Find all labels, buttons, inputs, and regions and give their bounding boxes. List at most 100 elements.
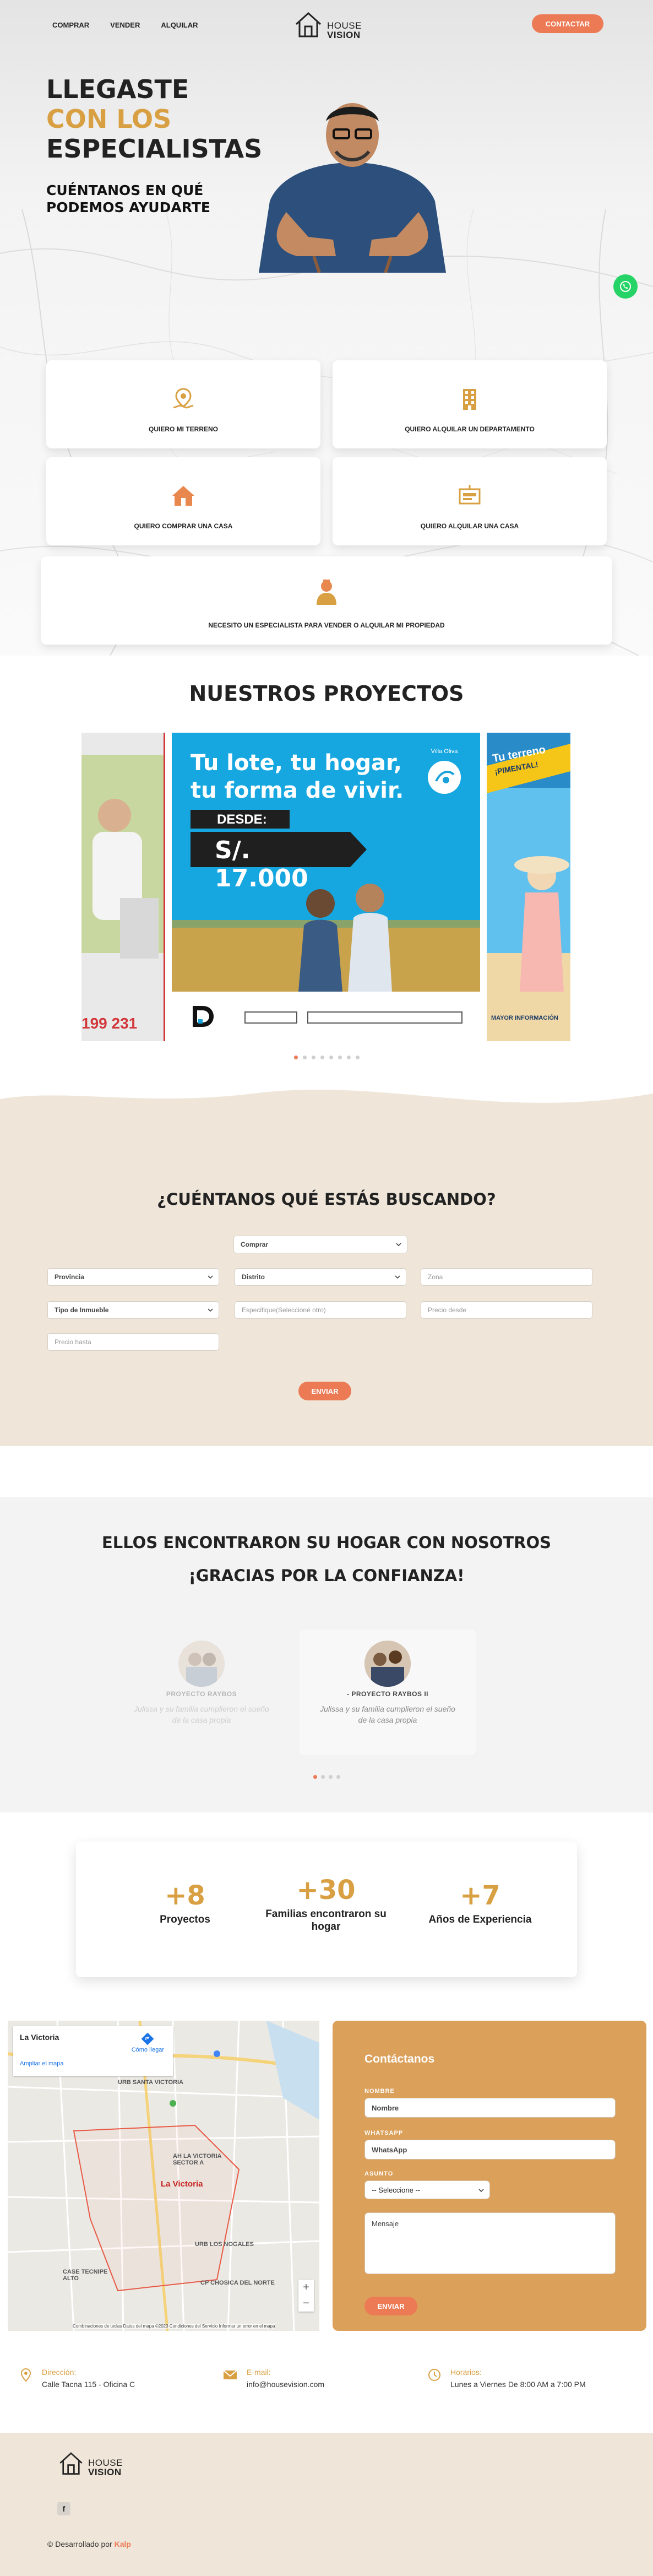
carousel-dot[interactable] xyxy=(329,1056,333,1059)
testimonial-name: - PROYECTO RAYBOS II xyxy=(346,1690,429,1698)
logo[interactable]: HOUSE VISION xyxy=(293,9,362,40)
footer-logo[interactable]: HOUSE VISION xyxy=(57,2449,123,2477)
distrito-value: Distrito xyxy=(242,1273,265,1281)
info-value: Calle Tacna 115 - Oficina C xyxy=(42,2380,135,2389)
project-headline-1: Tu lote, tu hogar, xyxy=(191,750,402,776)
option-comprar-casa[interactable]: QUIERO COMPRAR UNA CASA xyxy=(46,457,320,545)
distrito-select[interactable]: Distrito xyxy=(235,1268,406,1286)
testimonial-dot[interactable] xyxy=(313,1775,317,1779)
hero-line-2: CON LOS xyxy=(46,104,172,134)
chevron-down-icon xyxy=(395,1275,400,1279)
stat-label: Proyectos xyxy=(160,1914,210,1925)
zoom-in-button[interactable]: + xyxy=(298,2280,314,2296)
project-slide-left[interactable]: 199 231 xyxy=(81,733,165,1041)
credit-brand[interactable]: Kalp xyxy=(115,2540,131,2548)
chevron-down-icon xyxy=(208,1275,213,1279)
project-right-footer: MAYOR INFORMACIÓN xyxy=(491,1015,558,1021)
zona-input[interactable]: Zona xyxy=(421,1268,592,1286)
precio-desde-input[interactable]: Precio desde xyxy=(421,1301,592,1319)
testimonial-dot[interactable] xyxy=(328,1775,333,1779)
testimonial-name: PROYECTO RAYBOS xyxy=(166,1690,237,1698)
project-left-number: 199 231 xyxy=(81,1015,138,1032)
project-footer-box-2 xyxy=(307,1011,462,1024)
carousel-dot[interactable] xyxy=(293,1056,298,1059)
contact-form: Contáctanos NOMBRE Nombre WHATSAPP Whats… xyxy=(333,2021,646,2331)
carousel-dot[interactable] xyxy=(302,1056,307,1059)
house-icon xyxy=(172,486,194,506)
directions-label: Cómo llegar xyxy=(131,2047,164,2053)
nav-links: COMPRAR VENDER ALQUILAR xyxy=(52,21,198,29)
info-title: E-mail: xyxy=(247,2368,271,2377)
villa-oliva-logo-icon xyxy=(428,761,461,794)
carousel-dot[interactable] xyxy=(320,1056,324,1059)
footer: HOUSE VISION xyxy=(0,2433,653,2576)
nav-comprar[interactable]: COMPRAR xyxy=(52,21,89,29)
location-icon xyxy=(20,2368,31,2382)
contact-button[interactable]: CONTACTAR xyxy=(532,14,603,33)
tipo-value: Tipo de Inmueble xyxy=(55,1306,109,1314)
map-pin-icon xyxy=(173,388,194,409)
mensaje-placeholder: Mensaje xyxy=(372,2220,399,2228)
info-direccion: Dirección: Calle Tacna 115 - Oficina C xyxy=(19,2368,135,2389)
google-map[interactable]: La Victoria Ampliar el mapa Cómo llegar … xyxy=(8,2021,319,2331)
nombre-label: NOMBRE xyxy=(364,2088,395,2095)
stat-label: Años de Experiencia xyxy=(428,1914,532,1925)
family-photo xyxy=(364,1641,411,1687)
map-directions[interactable]: Cómo llegar xyxy=(131,2032,164,2053)
zoom-out-button[interactable]: − xyxy=(298,2296,314,2312)
carousel-dot[interactable] xyxy=(311,1056,315,1059)
testimonial-card[interactable]: - PROYECTO RAYBOS II Julissa y su famili… xyxy=(300,1630,476,1755)
search-send-button[interactable]: ENVIAR xyxy=(298,1382,351,1400)
chevron-down-icon xyxy=(208,1308,213,1312)
project-slide-right[interactable]: Tu terreno ¡PIMENTAL! MAYOR INFORMACIÓN xyxy=(487,733,570,1041)
map-footer: Combinaciones de teclas Datos del mapa ©… xyxy=(73,2324,275,2329)
mensaje-textarea[interactable]: Mensaje xyxy=(364,2212,616,2274)
info-title: Dirección: xyxy=(42,2368,77,2377)
stats-card: +8 Proyectos +30 Familias encontraron su… xyxy=(76,1842,577,1977)
tipo-inmueble-select[interactable]: Tipo de Inmueble xyxy=(47,1301,219,1319)
facebook-icon[interactable]: f xyxy=(57,2502,70,2515)
logo-text: HOUSE VISION xyxy=(327,21,362,40)
map-enlarge-link[interactable]: Ampliar el mapa xyxy=(20,2060,166,2067)
asunto-select[interactable]: -- Seleccione -- xyxy=(364,2180,490,2199)
option-alquilar-casa[interactable]: QUIERO ALQUILAR UNA CASA xyxy=(333,457,607,545)
info-title: Horarios: xyxy=(450,2368,482,2377)
nav-alquilar[interactable]: ALQUILAR xyxy=(161,21,198,29)
carousel-dot[interactable] xyxy=(346,1056,351,1059)
carousel-dot[interactable] xyxy=(338,1056,342,1059)
project-brand-name: Villa Oliva xyxy=(431,748,458,755)
option-terreno[interactable]: QUIERO MI TERRENO xyxy=(46,360,320,448)
price-tag: DESDE: S/. 17.000 xyxy=(191,810,367,892)
testimonial-dots xyxy=(0,1775,653,1779)
house-logo-icon xyxy=(59,2452,83,2475)
especifique-input[interactable]: Especifique(Seleccioné otro) xyxy=(235,1301,406,1319)
nav-vender[interactable]: VENDER xyxy=(110,21,140,29)
option-especialista[interactable]: NECESITO UN ESPECIALISTA PARA VENDER O A… xyxy=(41,556,612,645)
whatsapp-input[interactable]: WhatsApp xyxy=(364,2140,616,2160)
project-slide-main[interactable]: Tu lote, tu hogar, tu forma de vivir. Vi… xyxy=(172,733,480,1041)
project-footer-box-1 xyxy=(244,1011,297,1024)
carousel-dot[interactable] xyxy=(355,1056,360,1059)
testimonial-card[interactable]: PROYECTO RAYBOS Julissa y su familia cum… xyxy=(113,1630,290,1755)
nombre-input[interactable]: Nombre xyxy=(364,2098,616,2118)
info-horarios: Horarios: Lunes a Viernes De 8:00 AM a 7… xyxy=(427,2368,586,2389)
avatar xyxy=(364,1641,411,1687)
option-alquilar-departamento[interactable]: QUIERO ALQUILAR UN DEPARTAMENTO xyxy=(333,360,607,448)
operation-select[interactable]: Comprar xyxy=(233,1236,407,1253)
search-title: ¿CUÉNTANOS QUÉ ESTÁS BUSCANDO? xyxy=(157,1190,496,1209)
testimonial-dot[interactable] xyxy=(320,1775,325,1779)
info-text: E-mail: info@housevision.com xyxy=(247,2368,324,2389)
provincia-select[interactable]: Provincia xyxy=(47,1268,219,1286)
whatsapp-button[interactable] xyxy=(613,274,638,299)
info-value[interactable]: info@housevision.com xyxy=(247,2380,324,2389)
contact-send-button[interactable]: ENVIAR xyxy=(364,2297,417,2315)
for-rent-sign-icon xyxy=(459,485,481,505)
precio-hasta-input[interactable]: Precio hasta xyxy=(47,1333,219,1351)
info-text: Dirección: Calle Tacna 115 - Oficina C xyxy=(42,2368,135,2389)
hero-line-1: LLEGASTE xyxy=(46,74,189,104)
project-left-image xyxy=(81,733,164,1041)
credit-prefix: © Desarrollado por xyxy=(47,2540,112,2548)
stat-familias: +30 Familias encontraron su hogar xyxy=(265,1875,387,1933)
testimonial-dot[interactable] xyxy=(336,1775,340,1779)
footer-credit: © Desarrollado por Kalp xyxy=(47,2540,131,2548)
